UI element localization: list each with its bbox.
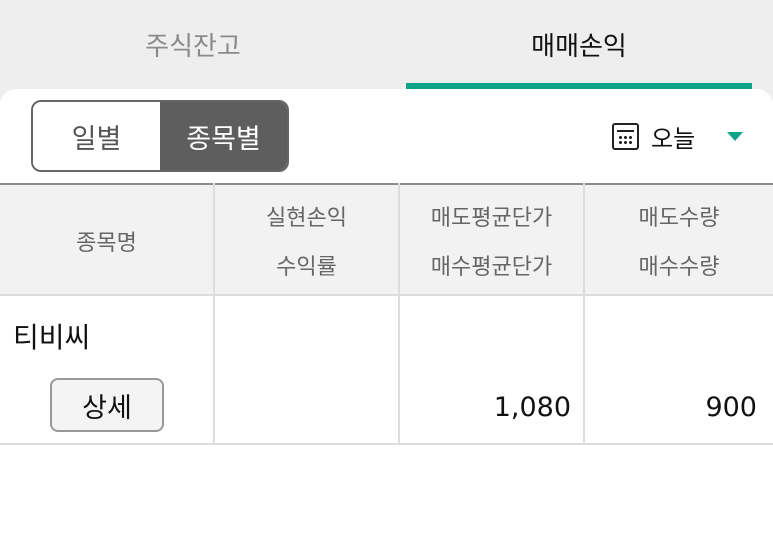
date-dropdown[interactable]: 오늘 [612, 118, 744, 154]
detail-button[interactable]: 상세 [50, 378, 164, 432]
header-realized-pl-top: 실현손익 [266, 205, 347, 231]
toggle-by-stock[interactable]: 종목별 [160, 102, 287, 170]
header-realized-pl-bottom: 수익률 [276, 255, 337, 281]
sell-avg-price: 1,080 [493, 392, 571, 423]
column-divider [213, 183, 215, 445]
stock-name: 티비씨 [13, 321, 91, 354]
header-stock-name: 종목명 [76, 230, 137, 256]
view-toggle: 일별 종목별 [31, 100, 289, 172]
header-buy-qty: 매수수량 [638, 255, 720, 281]
header-sell-avg-price: 매도평균단가 [430, 205, 553, 231]
header-realized-pl: 실현손익 수익률 [215, 185, 398, 296]
column-divider [583, 183, 585, 445]
toggle-daily[interactable]: 일별 [33, 102, 160, 170]
header-sell-qty: 매도수량 [638, 205, 720, 231]
sell-qty: 900 [705, 392, 757, 423]
date-value: 오늘 [651, 124, 696, 153]
header-avg-price: 매도평균단가 매수평균단가 [400, 185, 583, 296]
top-tab-bar: 주식잔고 매매손익 [0, 0, 773, 100]
table-row[interactable]: 티비씨 상세 1,080 900 [0, 296, 773, 445]
calendar-icon [612, 122, 639, 150]
chevron-down-icon [727, 131, 744, 141]
table-header: 종목명 실현손익 수익률 매도평균단가 매수평균단가 매도수량 매수수량 [0, 183, 773, 296]
column-divider [398, 183, 400, 445]
tab-trading-pl[interactable]: 매매손익 [406, 0, 752, 89]
tab-stock-balance[interactable]: 주식잔고 [0, 0, 386, 89]
header-buy-avg-price: 매수평균단가 [430, 255, 553, 281]
header-quantity: 매도수량 매수수량 [585, 185, 773, 296]
